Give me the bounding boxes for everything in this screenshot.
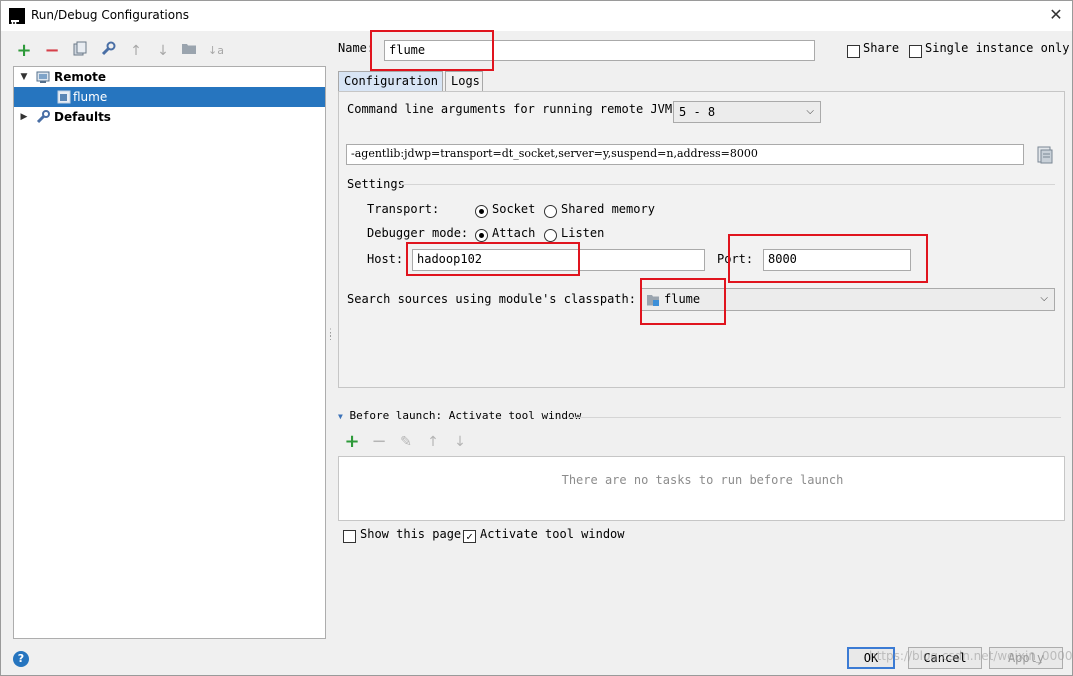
add-task-button[interactable]: + — [343, 432, 361, 452]
classpath-module-value: flume — [664, 292, 701, 306]
wrench-icon — [36, 110, 50, 124]
title-bar: IJ Run/Debug Configurations ✕ — [1, 1, 1072, 31]
move-task-up-button[interactable]: ↑ — [424, 432, 442, 452]
tab-logs[interactable]: Logs — [445, 71, 483, 91]
app-icon-text: IJ — [11, 20, 19, 29]
tree-node-defaults[interactable]: ▶ Defaults — [14, 107, 325, 127]
help-icon[interactable]: ? — [13, 651, 29, 667]
sort-button[interactable]: ↓a — [207, 41, 225, 61]
copy-icon — [73, 41, 87, 56]
transport-socket-radio[interactable] — [475, 205, 488, 218]
classpath-module-select[interactable]: flume ⌵ — [640, 288, 1055, 311]
before-launch-task-list[interactable]: There are no tasks to run before launch — [338, 456, 1065, 521]
settings-label: Settings — [347, 177, 405, 191]
expand-arrow-icon[interactable]: ▼ — [18, 67, 30, 87]
port-label: Port: — [717, 252, 754, 266]
tree-node-flume[interactable]: flume — [14, 87, 325, 107]
close-icon[interactable]: ✕ — [1046, 5, 1066, 25]
single-instance-checkbox[interactable] — [909, 45, 922, 58]
copy-configuration-button[interactable] — [71, 41, 89, 61]
debugger-attach-label: Attach — [492, 226, 536, 240]
add-configuration-button[interactable]: + — [15, 41, 33, 61]
transport-shared-memory-label: Shared memory — [561, 202, 655, 216]
wrench-icon — [101, 41, 116, 56]
host-input[interactable]: hadoop102 — [412, 249, 705, 271]
port-input[interactable]: 8000 — [763, 249, 911, 271]
name-label: Name: — [338, 41, 375, 55]
jvm-version-select[interactable]: 5 - 8 ⌵ — [673, 101, 821, 123]
share-checkbox[interactable] — [847, 45, 860, 58]
remote-config-icon — [36, 70, 50, 84]
before-launch-label: Before launch: Activate tool window — [349, 409, 582, 422]
collapse-arrow-icon[interactable]: ▶ — [18, 107, 30, 127]
folder-icon — [182, 44, 196, 54]
move-task-down-button[interactable]: ↓ — [451, 432, 469, 452]
host-label: Host: — [367, 252, 404, 266]
create-folder-button[interactable] — [180, 41, 198, 61]
configuration-tree[interactable]: ▼ Remote flume ▶ Defaults — [13, 66, 326, 639]
copy-to-clipboard-button[interactable] — [1034, 144, 1056, 165]
activate-tool-window-checkbox[interactable]: ✓ — [463, 530, 476, 543]
classpath-label: Search sources using module's classpath: — [347, 292, 636, 306]
move-up-button[interactable]: ↑ — [127, 41, 145, 61]
intellij-app-icon: IJ — [9, 8, 25, 29]
before-launch-separator — [567, 417, 1061, 418]
copy-icon — [1037, 146, 1053, 164]
settings-separator — [401, 184, 1055, 185]
empty-tasks-text: There are no tasks to run before launch — [561, 473, 844, 487]
tree-node-remote[interactable]: ▼ Remote — [14, 67, 325, 87]
name-input[interactable]: flume — [384, 40, 815, 61]
activate-tool-window-label: Activate tool window — [480, 527, 625, 541]
tab-configuration[interactable]: Configuration — [338, 71, 443, 91]
debugger-listen-label: Listen — [561, 226, 605, 240]
jvm-version-value: 5 - 8 — [679, 105, 716, 119]
show-this-page-label: Show this page — [360, 527, 462, 541]
edit-task-pencil-icon[interactable]: ✎ — [397, 432, 415, 452]
splitter-handle[interactable]: ⋮ ⋮ — [326, 329, 335, 347]
transport-label: Transport: — [367, 202, 440, 216]
run-debug-configurations-dialog: IJ Run/Debug Configurations ✕ + − ↑ ↓ ↓a… — [0, 0, 1073, 676]
remove-configuration-button[interactable]: − — [43, 41, 61, 61]
debugger-attach-radio[interactable] — [475, 229, 488, 242]
remote-config-icon — [57, 90, 71, 104]
share-label: Share — [863, 41, 900, 55]
cmd-args-field[interactable]: -agentlib:jdwp=transport=dt_socket,serve… — [346, 144, 1024, 165]
debugger-listen-radio[interactable] — [544, 229, 557, 242]
chevron-down-icon: ⌵ — [806, 106, 814, 117]
window-title: Run/Debug Configurations — [31, 8, 189, 22]
move-down-button[interactable]: ↓ — [154, 41, 172, 61]
tree-node-label: Remote — [54, 70, 107, 84]
watermark-text: https://blog.csdn.net/weixin_0000 — [869, 649, 1073, 663]
debugger-mode-label: Debugger mode: — [367, 226, 469, 240]
show-this-page-checkbox[interactable] — [343, 530, 356, 543]
single-instance-label: Single instance only — [925, 41, 1070, 55]
before-launch-section[interactable]: ▼ Before launch: Activate tool window — [338, 409, 581, 422]
cmd-args-label: Command line arguments for running remot… — [347, 102, 673, 116]
tree-node-label: Defaults — [54, 110, 111, 124]
transport-socket-label: Socket — [492, 202, 536, 216]
transport-shared-memory-radio[interactable] — [544, 205, 557, 218]
expand-arrow-icon: ▼ — [338, 412, 343, 421]
tree-node-label: flume — [73, 90, 108, 104]
module-icon — [647, 295, 659, 306]
edit-defaults-button[interactable] — [99, 41, 117, 61]
chevron-down-icon: ⌵ — [1040, 293, 1048, 304]
remove-task-button[interactable]: − — [370, 432, 388, 452]
